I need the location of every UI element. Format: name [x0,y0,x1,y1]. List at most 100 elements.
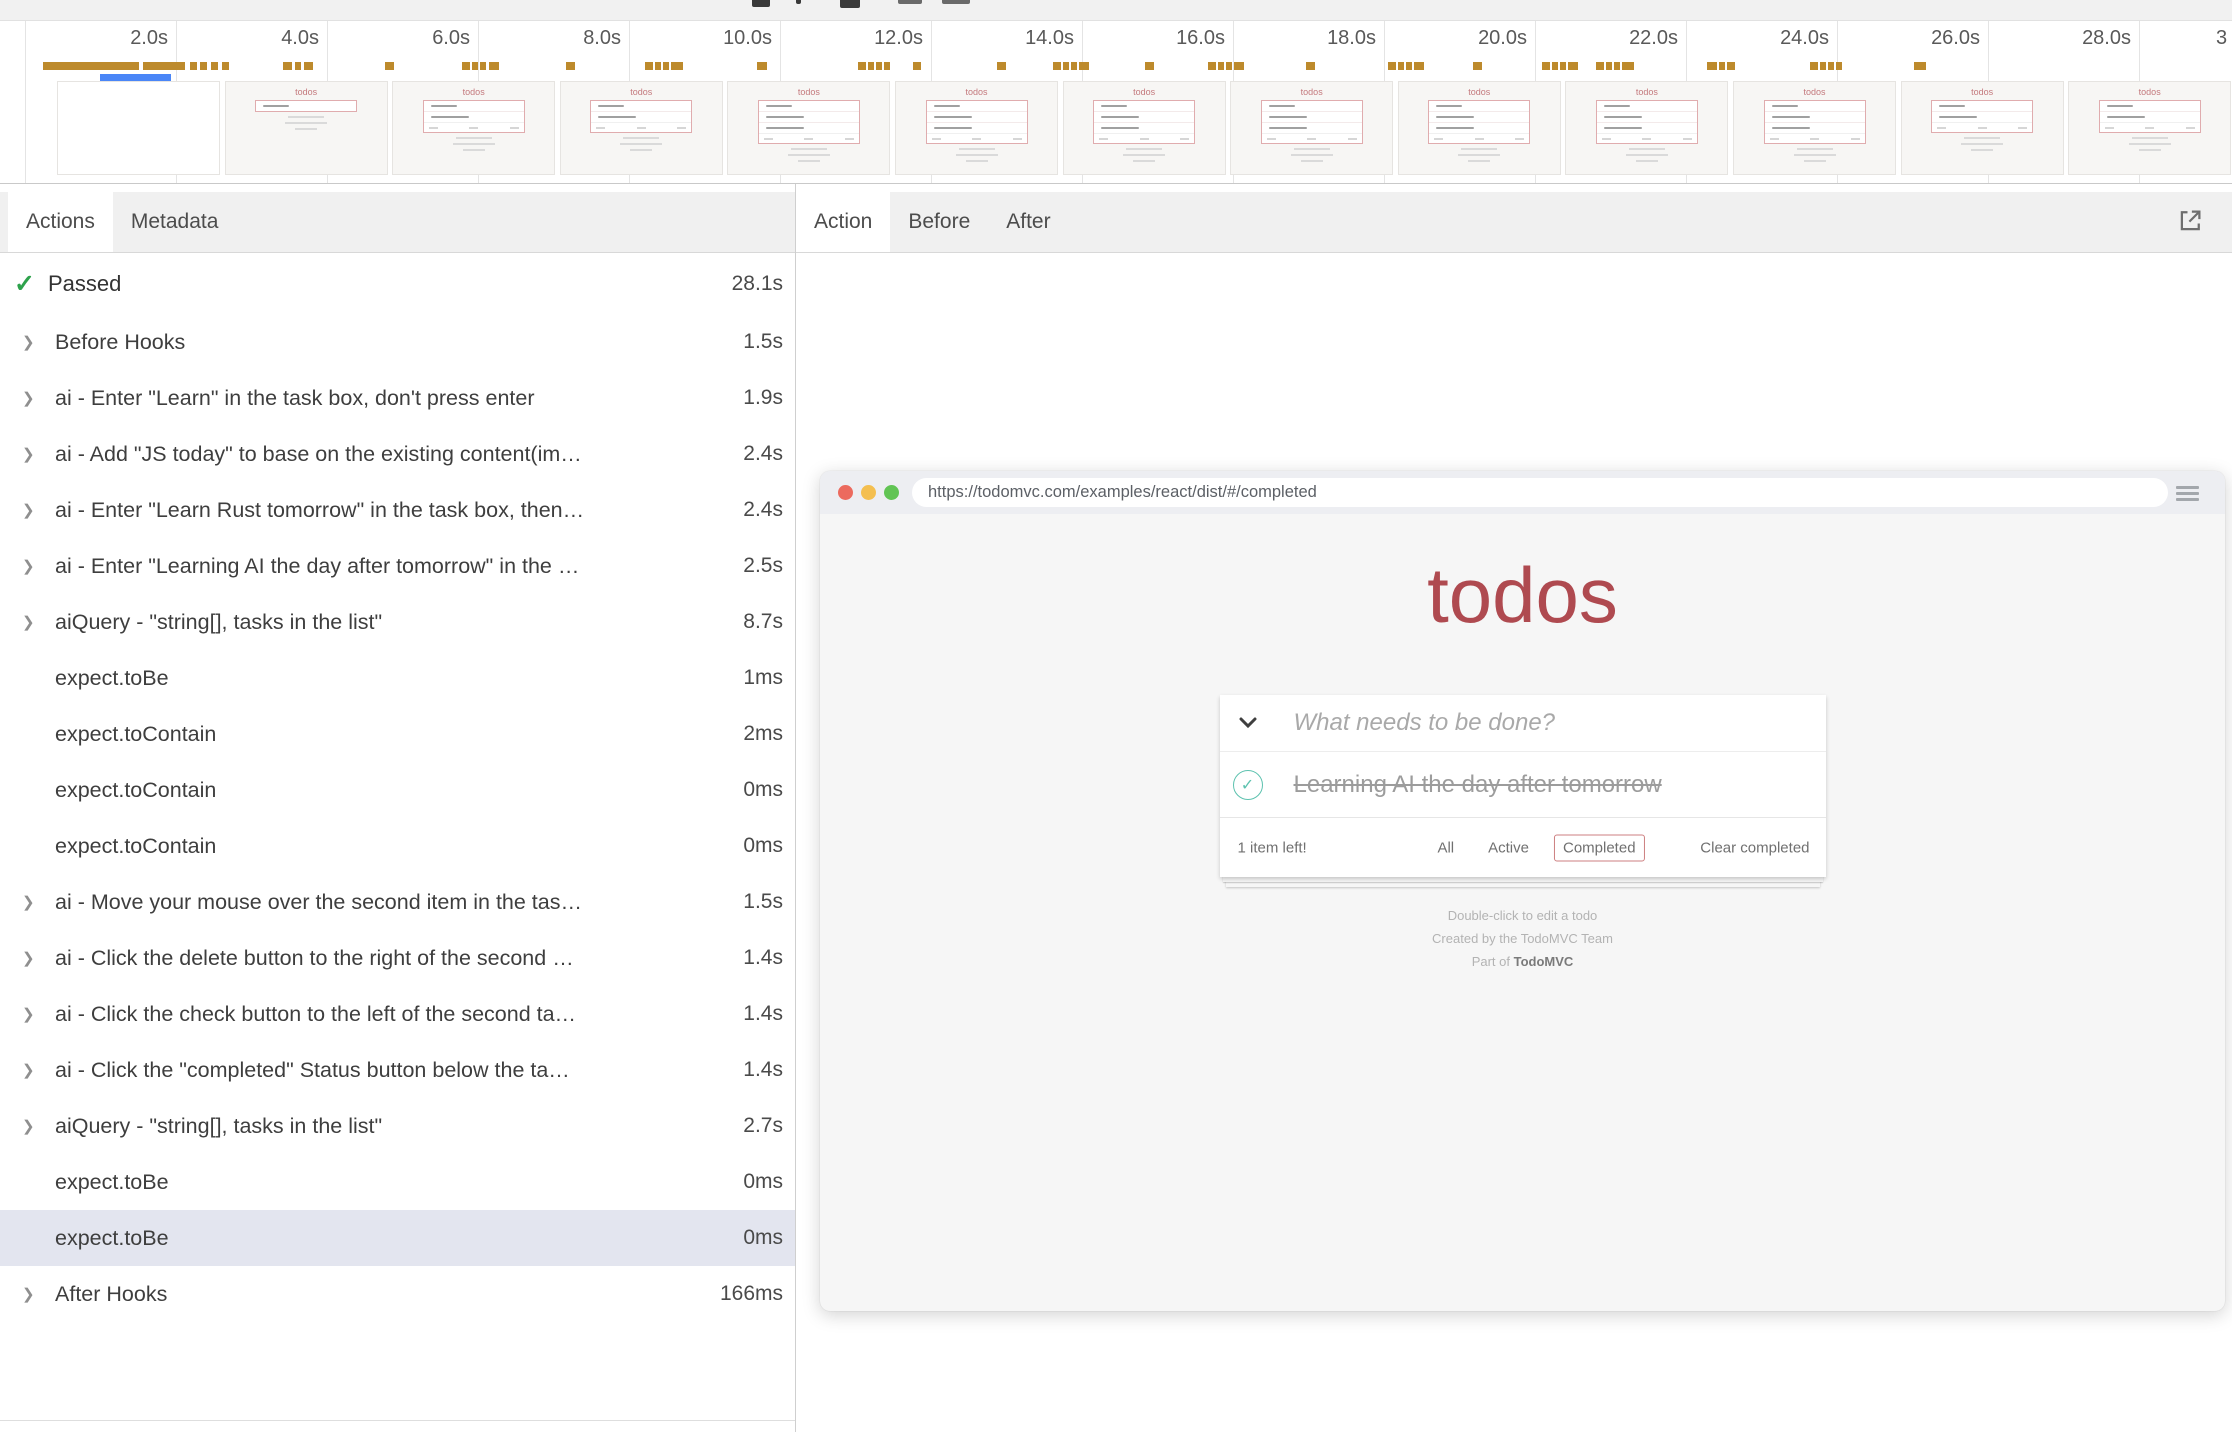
mini-todo-card [1596,100,1698,144]
chevron-right-icon: ❯ [22,613,55,631]
timeline-marker [913,62,921,70]
mini-footer [1429,133,1529,143]
timeline-marker [190,62,197,70]
menu-icon[interactable] [2176,486,2199,504]
mini-todos-title: todos [1064,87,1225,97]
browser-chrome: https://todomvc.com/examples/react/dist/… [820,471,2225,514]
timeline-marker [143,62,185,70]
tab-actions[interactable]: Actions [8,192,113,252]
url-bar[interactable]: https://todomvc.com/examples/react/dist/… [912,478,2168,507]
selected-action-range-bar [100,74,171,81]
timeline-tick-label: 24.0s [1745,27,1829,50]
mini-todos-title: todos [393,87,554,97]
mini-footer [1597,133,1697,143]
film-strip-thumbnail[interactable]: todos [1398,81,1561,175]
mini-footer [927,133,1027,143]
filter-active[interactable]: Active [1479,834,1538,861]
action-duration: 1.9s [743,386,783,410]
action-label: Before Hooks [55,330,743,355]
action-duration: 2ms [743,722,783,746]
mini-todo-card [1428,100,1530,144]
mini-todo-item [927,122,1027,133]
mini-input-row [424,101,524,111]
mini-todo-card [758,100,860,144]
action-row[interactable]: ❯ai - Enter "Learn Rust tomorrow" in the… [0,482,795,538]
film-strip-thumbnail[interactable] [57,81,220,175]
film-strip-thumbnail[interactable]: todos [560,81,723,175]
timeline-marker [566,62,575,70]
chevron-right-icon: ❯ [22,1117,55,1135]
mini-todos-title: todos [226,87,387,97]
timeline-marker [868,62,874,70]
timeline-marker [1063,62,1069,70]
tab-action[interactable]: Action [796,192,890,252]
film-strip-thumbnail[interactable]: todos [392,81,555,175]
toggle-all-chevron-icon[interactable] [1238,717,1258,729]
timeline-gridline [25,21,26,183]
action-row[interactable]: ❯ai - Enter "Learning AI the day after t… [0,538,795,594]
todo-item[interactable]: ✓ Learning AI the day after tomorrow [1220,751,1826,817]
filter-group: All Active Completed [1428,834,1644,861]
action-row[interactable]: expect.toBe1ms [0,650,795,706]
timeline-marker [1606,62,1612,70]
action-row[interactable]: ❯aiQuery - "string[], tasks in the list"… [0,594,795,650]
timeline-marker [1306,62,1315,70]
mini-info-lines [1399,148,1560,162]
action-duration: 1.4s [743,1002,783,1026]
film-strip-thumbnail[interactable]: todos [1901,81,2064,175]
tab-metadata[interactable]: Metadata [113,192,237,252]
film-strip-thumbnail[interactable]: todos [1063,81,1226,175]
action-row[interactable]: ❯Before Hooks1.5s [0,314,795,370]
todo-info-footer: Double-click to edit a todo Created by t… [820,904,2225,973]
new-todo-input[interactable]: What needs to be done? [1220,709,1556,737]
tab-after[interactable]: After [988,192,1068,252]
mini-todo-item [1765,122,1865,133]
action-row[interactable]: ❯ai - Add "JS today" to base on the exis… [0,426,795,482]
film-strip-thumbnail[interactable]: todos [895,81,1058,175]
filter-all[interactable]: All [1428,834,1463,861]
action-row[interactable]: ❯ai - Enter "Learn" in the task box, don… [0,370,795,426]
filter-completed[interactable]: Completed [1554,834,1645,861]
action-duration: 166ms [720,1282,783,1306]
info-line: Double-click to edit a todo [820,904,2225,927]
film-strip-thumbnail[interactable]: todos [225,81,388,175]
film-strip-thumbnail[interactable]: todos [1565,81,1728,175]
mini-todo-item [2100,111,2200,122]
timeline-tick-label: 28.0s [2047,27,2131,50]
film-strip-thumbnail[interactable]: todos [1230,81,1393,175]
chevron-right-icon: ❯ [22,1285,55,1303]
film-strip-thumbnail[interactable]: todos [727,81,890,175]
action-row[interactable]: expect.toContain0ms [0,762,795,818]
clear-completed-button[interactable]: Clear completed [1700,839,1809,856]
action-row[interactable]: expect.toBe0ms [0,1210,795,1266]
chevron-right-icon: ❯ [22,557,55,575]
action-row[interactable]: expect.toContain0ms [0,818,795,874]
action-row[interactable]: expect.toBe0ms [0,1154,795,1210]
test-total-duration: 28.1s [732,272,783,296]
mini-footer [1262,133,1362,143]
action-row[interactable]: ❯ai - Click the delete button to the rig… [0,930,795,986]
film-strip-thumbnail[interactable]: todos [2068,81,2231,175]
action-row[interactable]: ❯ai - Move your mouse over the second it… [0,874,795,930]
mini-todo-card [1931,100,2033,133]
mini-todo-item [1429,122,1529,133]
tab-before[interactable]: Before [890,192,988,252]
timeline-marker [884,62,890,70]
action-row[interactable]: expect.toContain2ms [0,706,795,762]
todo-complete-check-icon[interactable]: ✓ [1233,770,1263,800]
timeline-marker [1406,62,1412,70]
action-row[interactable]: ❯aiQuery - "string[], tasks in the list"… [0,1098,795,1154]
action-label: aiQuery - "string[], tasks in the list" [55,1114,743,1139]
action-row[interactable]: ❯ai - Click the "completed" Status butto… [0,1042,795,1098]
action-label: ai - Add "JS today" to base on the exist… [55,442,743,467]
open-external-icon[interactable] [2174,206,2206,238]
film-strip-thumbnail[interactable]: todos [1733,81,1896,175]
action-label: ai - Click the delete button to the righ… [55,946,743,971]
mini-input-row [927,101,1027,111]
todos-app-title: todos [820,550,2225,641]
mini-todo-item [1932,111,2032,122]
action-row[interactable]: ❯ai - Click the check button to the left… [0,986,795,1042]
window-titlebar [0,0,2232,21]
action-row[interactable]: ❯After Hooks166ms [0,1266,795,1322]
timeline[interactable]: 2.0s4.0s6.0s8.0s10.0s12.0s14.0s16.0s18.0… [0,21,2232,184]
